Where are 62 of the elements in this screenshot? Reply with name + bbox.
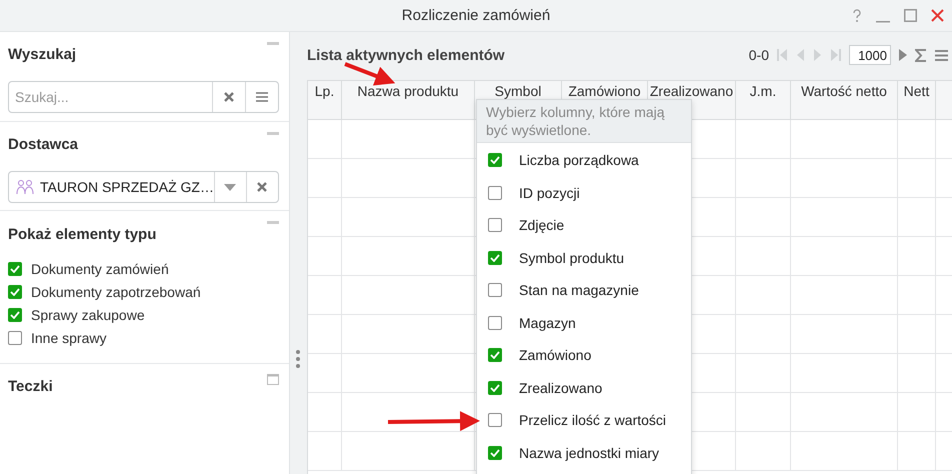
checkbox[interactable] — [488, 380, 502, 395]
checkbox[interactable] — [488, 413, 502, 428]
range-label: 0-0 — [748, 47, 769, 63]
checkbox[interactable] — [488, 283, 502, 298]
picker-hint: Wybierz kolumny, które mają być wyświetlone. — [477, 100, 691, 143]
window-title: Rozliczenie zamówień — [402, 7, 550, 24]
checkbox[interactable] — [488, 218, 502, 232]
checkbox[interactable] — [488, 153, 502, 168]
annotation-arrow — [344, 62, 396, 86]
menu-icon[interactable] — [935, 50, 948, 60]
column-header[interactable]: Wartość netto — [801, 83, 887, 99]
window-icon[interactable] — [267, 374, 279, 385]
list-title: Lista aktywnych elementów — [307, 46, 505, 64]
drag-handle[interactable] — [296, 350, 300, 368]
checkbox[interactable] — [8, 262, 22, 276]
checkbox[interactable] — [488, 250, 502, 265]
column-option[interactable]: Zamówiono — [519, 347, 592, 364]
column-option[interactable]: ID pozycji — [519, 184, 580, 201]
column-header[interactable]: Symbol — [494, 83, 542, 99]
checkbox-label: Dokumenty zapotrzebowań — [31, 284, 201, 300]
column-header[interactable]: J.m. — [750, 83, 776, 99]
maximize-icon[interactable] — [904, 9, 917, 22]
menu-icon[interactable] — [256, 92, 268, 102]
search-field[interactable]: Szukaj... — [8, 81, 279, 113]
sigma-icon[interactable] — [915, 48, 927, 62]
page-size-field[interactable]: 1000 — [849, 45, 891, 65]
people-icon — [16, 179, 34, 195]
section-title: Teczki — [8, 378, 53, 395]
checkbox[interactable] — [488, 348, 502, 362]
column-option[interactable]: Zdjęcie — [519, 217, 564, 234]
help-icon[interactable] — [852, 8, 862, 22]
checkbox[interactable] — [488, 186, 502, 200]
checkbox-label: Inne sprawy — [31, 330, 106, 346]
column-option[interactable]: Symbol produktu — [519, 250, 624, 266]
column-option[interactable]: Przelicz ilość z wartości — [519, 412, 666, 428]
column-header[interactable]: Nazwa produktu — [357, 83, 459, 99]
clear-icon[interactable] — [257, 182, 268, 192]
checkbox-label: Sprawy zakupowe — [31, 306, 145, 322]
supplier-select[interactable]: TAURON SPRZEDAŻ GZ… — [8, 171, 279, 203]
column-header[interactable]: Zrealizowano — [650, 83, 734, 99]
checkbox[interactable] — [8, 284, 22, 298]
section-title: Dostawca — [8, 136, 78, 153]
column-option[interactable]: Zrealizowano — [519, 380, 602, 396]
checkbox[interactable] — [488, 446, 502, 460]
chevron-down-icon[interactable] — [224, 184, 236, 190]
checkbox-label: Dokumenty zamówień — [31, 260, 169, 276]
column-header[interactable]: Lp. — [314, 83, 334, 99]
section-title: Pokaż elementy typu — [8, 226, 156, 243]
checkbox[interactable] — [8, 308, 22, 322]
checkbox[interactable] — [488, 316, 502, 330]
play-icon[interactable] — [899, 49, 907, 61]
checkbox[interactable] — [8, 330, 22, 344]
close-icon[interactable] — [931, 9, 944, 22]
column-header[interactable]: Nett — [904, 83, 930, 99]
column-option[interactable]: Nazwa jednostki miary — [519, 444, 660, 461]
column-option[interactable]: Magazyn — [519, 314, 576, 331]
section-title: Wyszukaj — [8, 46, 76, 63]
column-header[interactable]: Zamówiono — [568, 83, 641, 99]
clear-icon[interactable] — [224, 92, 234, 102]
column-option[interactable]: Liczba porządkowa — [519, 152, 639, 168]
column-option[interactable]: Stan na magazynie — [519, 282, 639, 298]
search-input[interactable]: Szukaj... — [9, 82, 212, 112]
